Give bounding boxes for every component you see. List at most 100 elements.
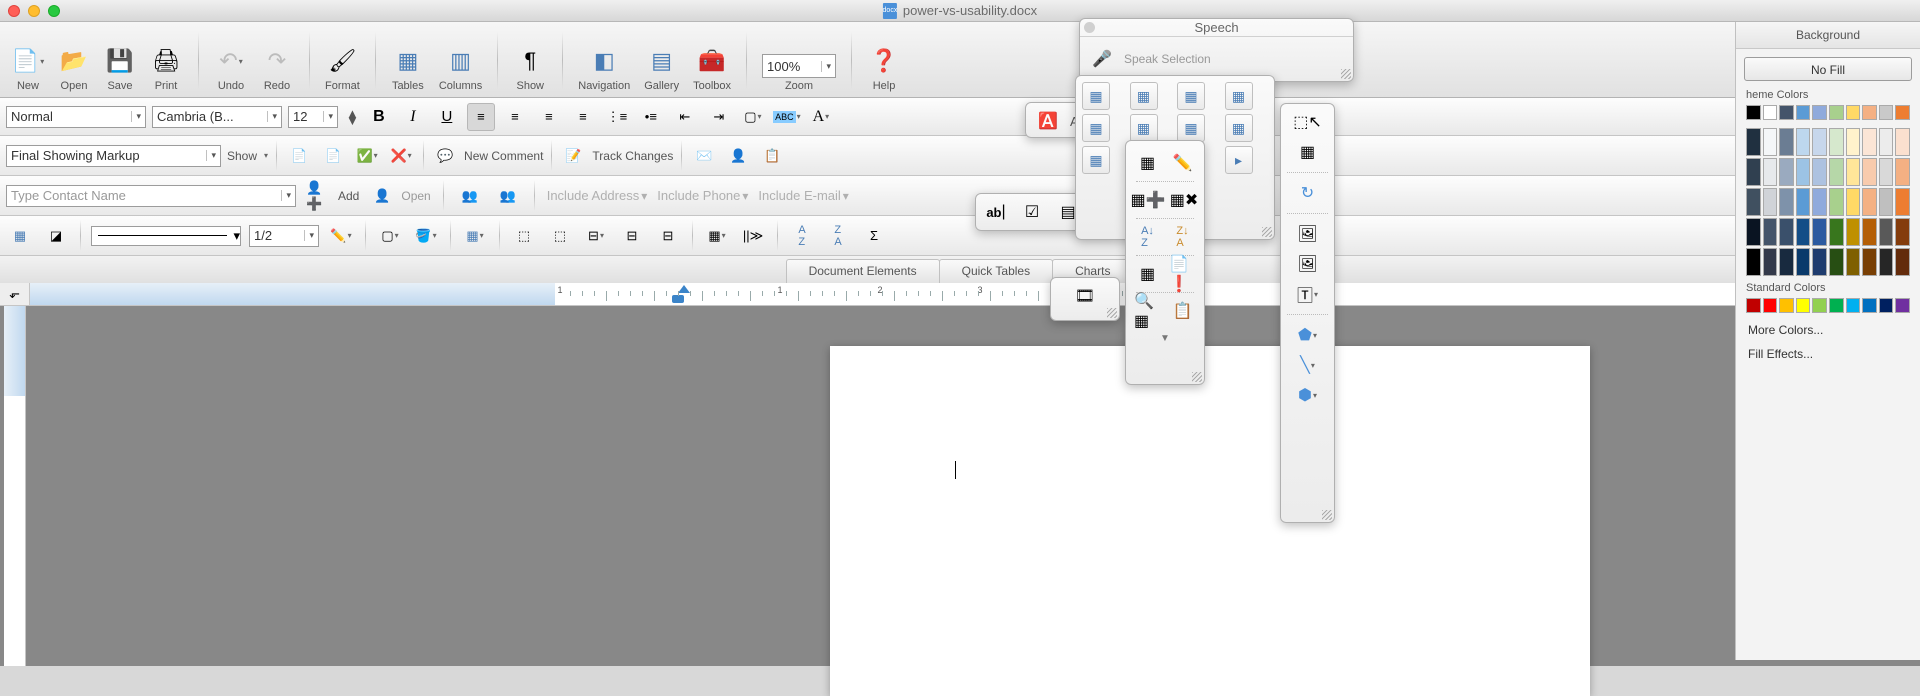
table-style-option[interactable]: ▦ (1130, 82, 1158, 110)
sort-asc-button[interactable]: AZ (788, 222, 816, 250)
shapes-icon[interactable]: ⬟▾ (1294, 323, 1322, 347)
color-swatch[interactable] (1862, 248, 1877, 276)
speak-selection-button[interactable]: 🎤 Speak Selection (1086, 43, 1347, 75)
include-email-menu[interactable]: Include E-mail ▾ (758, 188, 848, 203)
checkbox-field-icon[interactable]: ☑ (1018, 200, 1046, 224)
markup-view-select[interactable]: Final Showing Markup▾ (6, 145, 221, 167)
color-swatch[interactable] (1812, 188, 1827, 216)
color-swatch[interactable] (1829, 188, 1844, 216)
split-cells-button[interactable]: ⬚ (546, 222, 574, 250)
close-window-button[interactable] (8, 5, 20, 17)
add-contact-button[interactable]: 👤➕Add (306, 183, 359, 209)
color-swatch[interactable] (1829, 128, 1844, 156)
color-swatch[interactable] (1746, 188, 1761, 216)
color-swatch[interactable] (1879, 105, 1894, 120)
color-swatch[interactable] (1895, 128, 1910, 156)
save-button[interactable]: 💾Save (98, 41, 142, 95)
bulleted-list-button[interactable]: •≡ (637, 103, 665, 131)
font-color-button[interactable]: A▾ (807, 103, 835, 131)
page[interactable] (830, 346, 1590, 696)
reviewing-pane-button[interactable]: 📋 (758, 142, 786, 170)
columns-button[interactable]: ▥Columns (434, 41, 487, 95)
indent-button[interactable]: ⇥ (705, 103, 733, 131)
sort-desc-button[interactable]: ZA (824, 222, 852, 250)
color-swatch[interactable] (1829, 105, 1844, 120)
color-swatch[interactable] (1796, 105, 1811, 120)
3d-icon[interactable]: ⬢▾ (1294, 383, 1322, 407)
color-swatch[interactable] (1763, 128, 1778, 156)
color-swatch[interactable] (1746, 298, 1761, 313)
tab-selector[interactable]: ⬐ (0, 283, 30, 305)
color-swatch[interactable] (1746, 218, 1761, 246)
autosum-button[interactable]: Σ (860, 222, 888, 250)
underline-button[interactable]: U (433, 103, 461, 131)
picture-icon[interactable]: 🖼 (1294, 222, 1322, 246)
undo-button[interactable]: ↶▾Undo (209, 41, 253, 95)
color-swatch[interactable] (1895, 105, 1910, 120)
color-swatch[interactable] (1879, 128, 1894, 156)
edit-record-icon[interactable]: ✏️ (1169, 151, 1196, 175)
toolbox-button[interactable]: 🧰Toolbox (688, 41, 736, 95)
color-swatch[interactable] (1879, 298, 1894, 313)
color-swatch[interactable] (1796, 298, 1811, 313)
color-swatch[interactable] (1846, 218, 1861, 246)
color-swatch[interactable] (1746, 128, 1761, 156)
open-contact-button[interactable]: 👤Open (369, 183, 430, 209)
expand-arrow-icon[interactable]: ▼ (1126, 333, 1204, 347)
text-direction-button[interactable]: ||≫ (739, 222, 767, 250)
font-select[interactable]: Cambria (B...▾ (152, 106, 282, 128)
table-style-option[interactable]: ▦ (1082, 114, 1110, 142)
border-button[interactable]: ▢▾ (739, 103, 767, 131)
distribute-cols-button[interactable]: ⊟ (654, 222, 682, 250)
textbox-icon[interactable]: 🅃▾ (1294, 282, 1322, 306)
color-swatch[interactable] (1779, 105, 1794, 120)
prev-change-button[interactable]: 📄 (285, 142, 313, 170)
open-button[interactable]: 📂Open (52, 41, 96, 95)
color-swatch[interactable] (1895, 298, 1910, 313)
sort-az-icon[interactable]: A↓Z (1134, 225, 1161, 249)
align-cells-button[interactable]: ⊟▾ (582, 222, 610, 250)
new-comment-button[interactable]: 💬New Comment (432, 143, 543, 169)
media-palette[interactable]: 🎞 (1050, 277, 1120, 321)
error-icon[interactable]: 📄❗ (1169, 262, 1196, 286)
delete-record-icon[interactable]: ▦✖ (1170, 188, 1198, 212)
size-spinner[interactable]: ▲▼ (346, 110, 359, 124)
color-swatch[interactable] (1846, 188, 1861, 216)
color-swatch[interactable] (1746, 248, 1761, 276)
new-button[interactable]: 📄▾New (6, 41, 50, 95)
color-swatch[interactable] (1895, 218, 1910, 246)
ruler[interactable]: ⬐ 11234 (0, 284, 1920, 306)
insert-table-button[interactable]: ▦▾ (461, 222, 489, 250)
navigation-button[interactable]: ◧Navigation (573, 41, 635, 95)
border-color-button[interactable]: ✏️▾ (327, 222, 355, 250)
help-button[interactable]: ❓Help (862, 41, 906, 95)
color-swatch[interactable] (1746, 105, 1761, 120)
color-swatch[interactable] (1862, 158, 1877, 186)
find-record-icon[interactable]: 🔍▦ (1134, 299, 1161, 323)
gallery-button[interactable]: ▤Gallery (639, 41, 684, 95)
mail-merge-icon[interactable]: 📋 (1169, 299, 1196, 323)
align-center-button[interactable]: ≡ (501, 103, 529, 131)
drawing-palette[interactable]: ⬚↖ ▦ ↻ 🖼 🖼 🅃▾ ⬟▾ ╲▾ ⬢▾ (1280, 103, 1335, 523)
minimize-window-button[interactable] (28, 5, 40, 17)
color-swatch[interactable] (1763, 158, 1778, 186)
draw-table-button[interactable]: ▦ (6, 222, 34, 250)
color-swatch[interactable] (1779, 248, 1794, 276)
color-swatch[interactable] (1862, 298, 1877, 313)
distribute-rows-button[interactable]: ⊟ (618, 222, 646, 250)
no-fill-button[interactable]: No Fill (1744, 57, 1912, 81)
numbered-list-button[interactable]: ⋮≡ (603, 103, 631, 131)
color-swatch[interactable] (1812, 128, 1827, 156)
color-swatch[interactable] (1796, 248, 1811, 276)
color-swatch[interactable] (1796, 128, 1811, 156)
color-swatch[interactable] (1812, 218, 1827, 246)
color-swatch[interactable] (1796, 218, 1811, 246)
color-swatch[interactable] (1879, 158, 1894, 186)
color-swatch[interactable] (1895, 248, 1910, 276)
color-swatch[interactable] (1879, 188, 1894, 216)
zoom-control[interactable]: 100%▾ Zoom (757, 51, 841, 95)
color-swatch[interactable] (1763, 218, 1778, 246)
track-changes-button[interactable]: 📝Track Changes (560, 143, 673, 169)
next-change-button[interactable]: 📄 (319, 142, 347, 170)
send-mail-button[interactable]: ✉️ (690, 142, 718, 170)
